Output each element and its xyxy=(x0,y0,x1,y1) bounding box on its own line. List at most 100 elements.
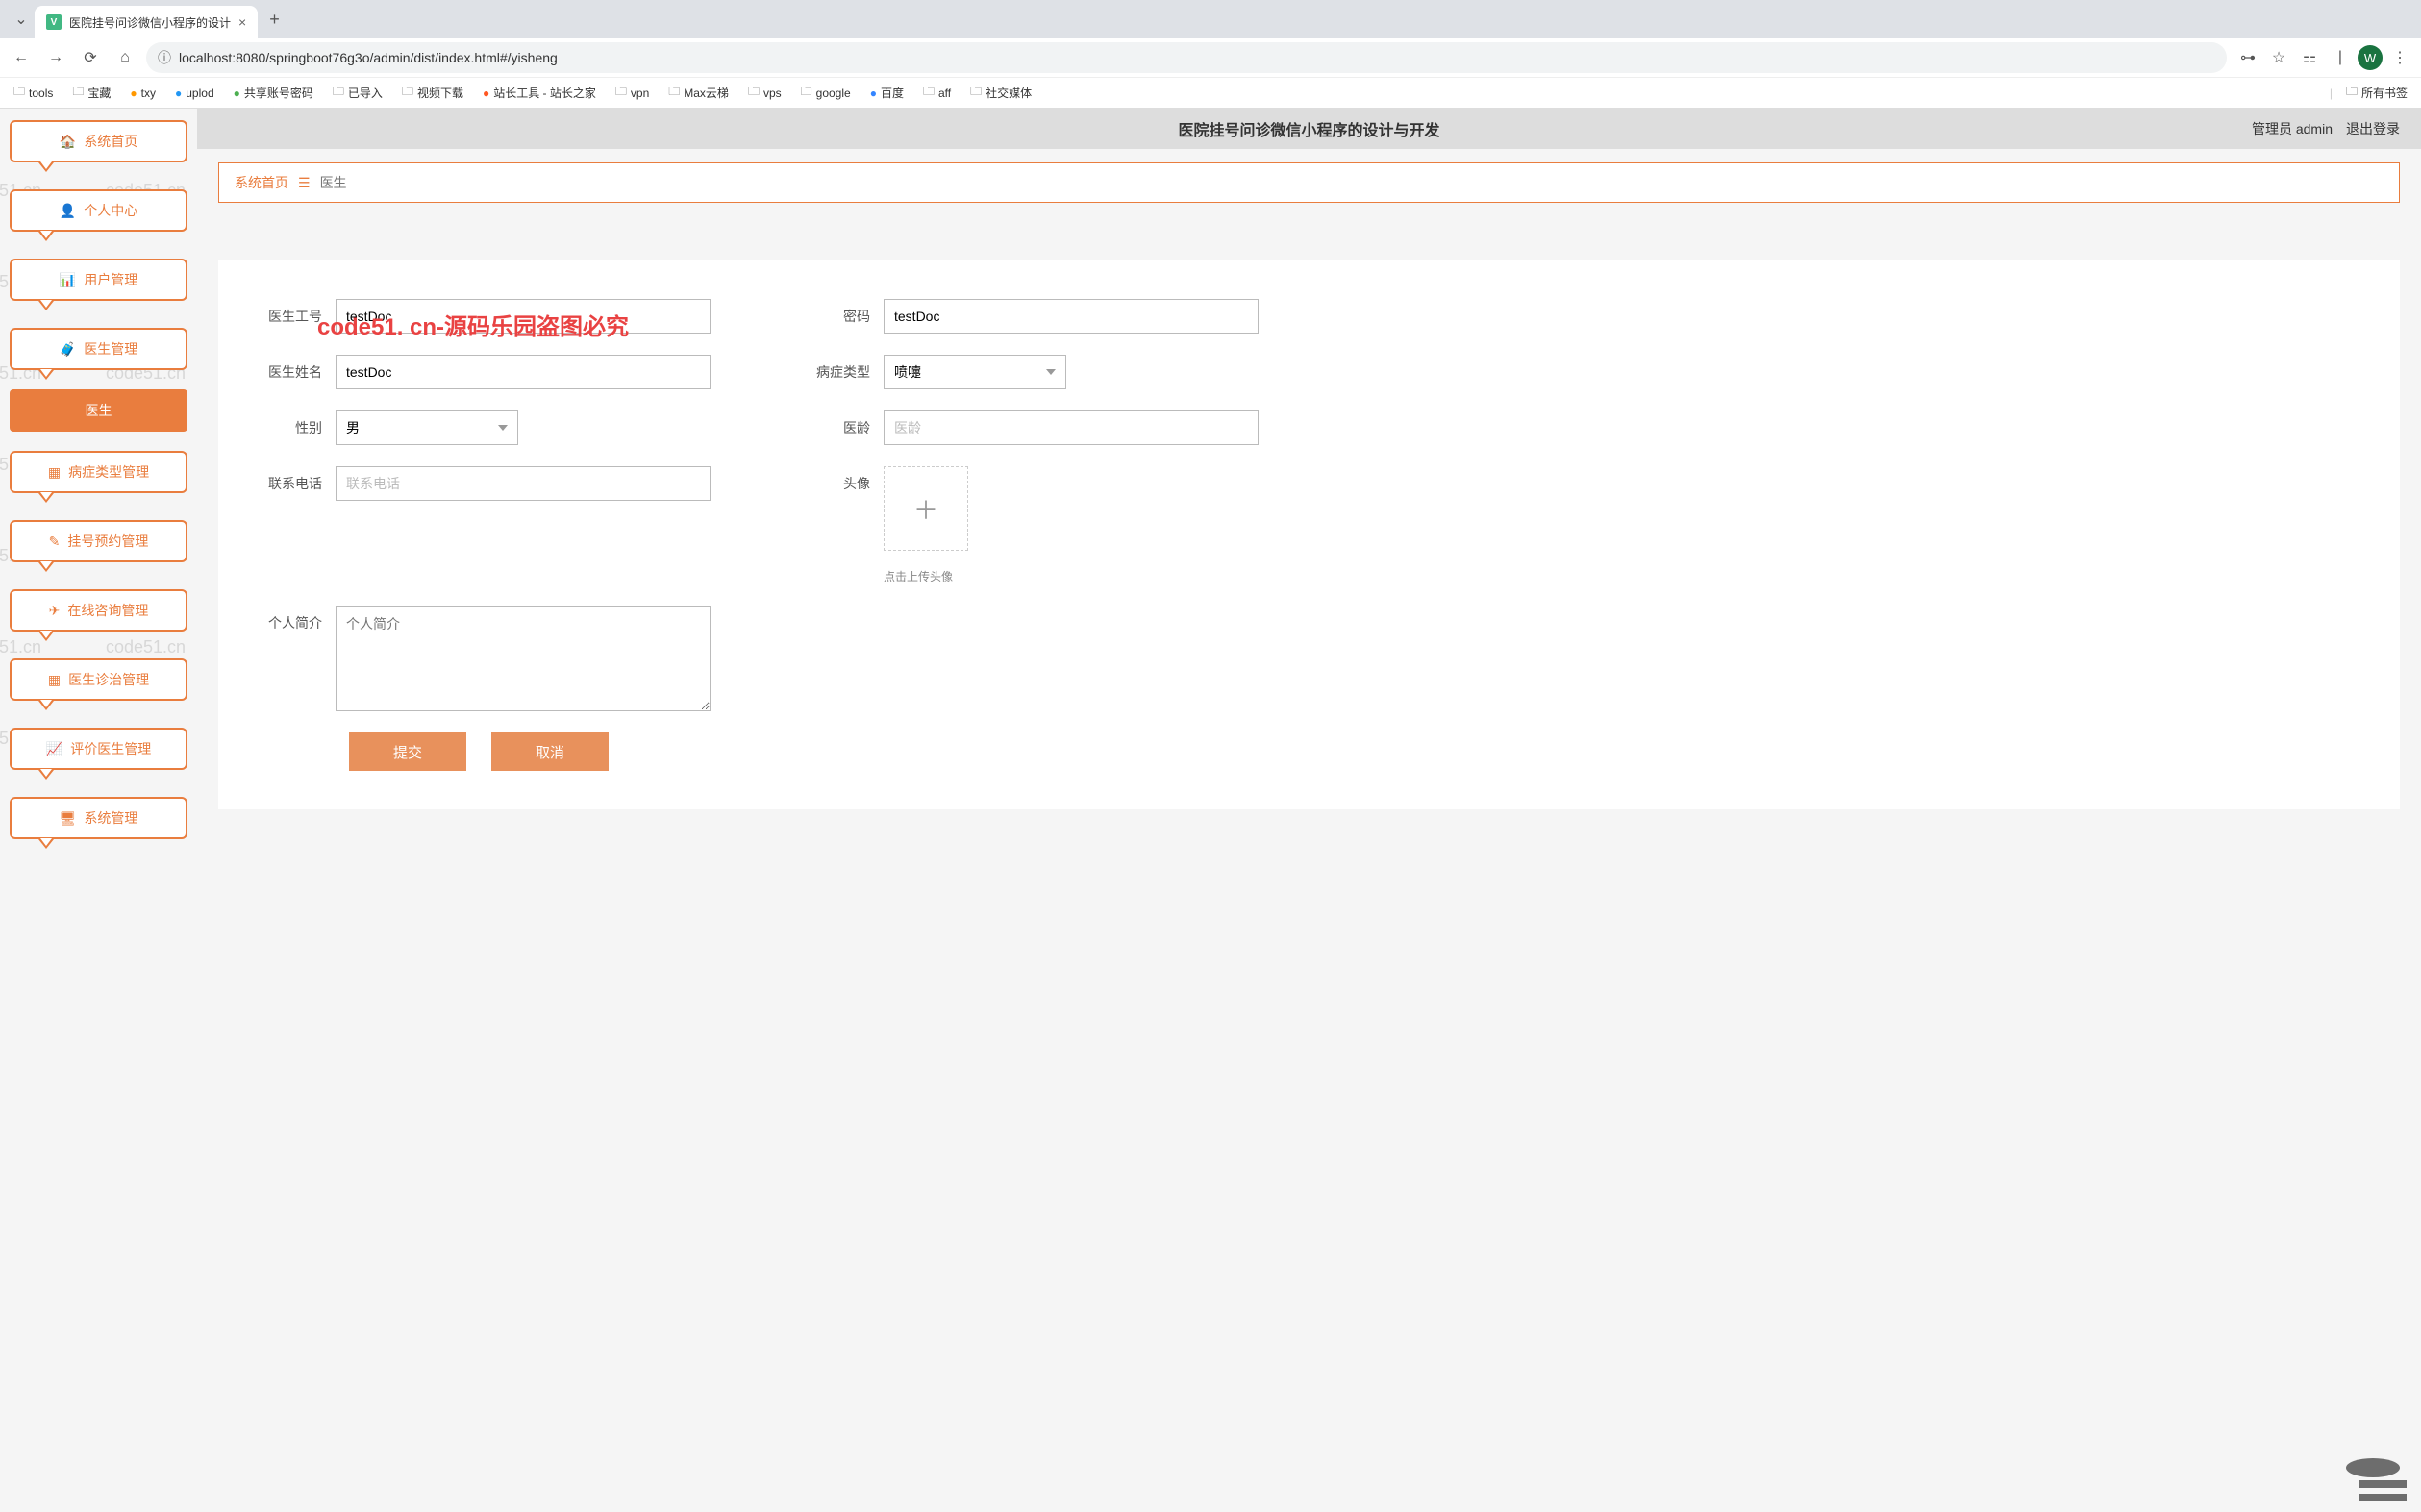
bookmark-item[interactable]: ●站长工具 - 站长之家 xyxy=(477,81,602,105)
upload-hint: 点击上传头像 xyxy=(884,568,968,584)
bookmark-item[interactable]: 🗀宝藏 xyxy=(66,79,116,107)
bookmark-label: 宝藏 xyxy=(87,85,111,101)
decoration-icon xyxy=(2306,1453,2421,1511)
sidebar-item[interactable]: ▦病症类型管理 xyxy=(10,451,187,493)
top-header: 医院挂号问诊微信小程序的设计与开发 管理员 admin 退出登录 xyxy=(197,109,2421,149)
menu-label: 系统管理 xyxy=(84,808,137,828)
folder-icon: 🗀 xyxy=(13,83,25,103)
bookmark-item[interactable]: ●uplod xyxy=(169,83,220,104)
disease-type-select[interactable]: 喷嚏 xyxy=(884,355,1066,389)
browser-chrome: ⌄ V 医院挂号问诊微信小程序的设计 × + ← → ⟳ ⌂ ⓘ localho… xyxy=(0,0,2421,109)
tab-dropdown-icon[interactable]: ⌄ xyxy=(8,10,35,29)
cancel-button[interactable]: 取消 xyxy=(491,732,609,771)
nav-bar: ← → ⟳ ⌂ ⓘ localhost:8080/springboot76g3o… xyxy=(0,38,2421,77)
breadcrumb-sep-icon: ☰ xyxy=(298,175,311,191)
profile-textarea[interactable] xyxy=(336,606,711,711)
bookmark-item[interactable]: ●共享账号密码 xyxy=(228,81,319,105)
tab-title: 医院挂号问诊微信小程序的设计 xyxy=(69,14,231,31)
sidebar-item[interactable]: 🖥系统管理 xyxy=(10,797,187,839)
sidebar-item[interactable]: ✎ 挂号预约管理 xyxy=(10,520,187,562)
sidebar-item-active[interactable]: 医生 xyxy=(10,389,187,432)
bookmark-item[interactable]: 🗀视频下载 xyxy=(396,79,469,107)
menu-label: 挂号预约管理 xyxy=(67,532,148,551)
link-icon: ● xyxy=(870,87,877,100)
sidebar-item[interactable]: ✈在线咨询管理 xyxy=(10,589,187,632)
menu-label: 系统首页 xyxy=(84,132,137,151)
bookmark-label: vps xyxy=(763,87,782,100)
all-bookmarks[interactable]: 🗀所有书签 xyxy=(2340,79,2413,107)
sidebar-item[interactable]: ▦医生诊治管理 xyxy=(10,658,187,701)
bookmark-label: 视频下载 xyxy=(417,85,463,101)
logout-link[interactable]: 退出登录 xyxy=(2346,119,2400,138)
menu-icon: ✈ xyxy=(49,603,61,619)
bookmark-label: vpn xyxy=(631,87,649,100)
folder-icon: 🗀 xyxy=(923,83,935,103)
bookmark-item[interactable]: 🗀vps xyxy=(742,79,787,107)
forward-button[interactable]: → xyxy=(42,44,69,71)
folder-icon: 🗀 xyxy=(748,83,760,103)
sidebar-item[interactable]: 📊用户管理 xyxy=(10,259,187,301)
bookmark-item[interactable]: 🗀google xyxy=(795,79,857,107)
folder-icon: 🗀 xyxy=(402,83,413,103)
bookmark-item[interactable]: 🗀vpn xyxy=(610,79,655,107)
med-age-input[interactable] xyxy=(884,410,1259,445)
close-icon[interactable]: × xyxy=(238,14,246,30)
phone-input[interactable] xyxy=(336,466,711,501)
folder-icon: 🗀 xyxy=(72,83,84,103)
user-role: 管理员 admin xyxy=(2252,119,2333,138)
gender-select[interactable]: 男 xyxy=(336,410,518,445)
extensions-icon[interactable]: ⚏ xyxy=(2296,44,2323,71)
menu-label: 病症类型管理 xyxy=(68,462,149,482)
bookmark-item[interactable]: ●txy xyxy=(124,83,162,104)
bookmark-label: tools xyxy=(29,87,53,100)
doctor-name-input[interactable] xyxy=(336,355,711,389)
new-tab-button[interactable]: + xyxy=(258,10,291,30)
doctor-id-input[interactable] xyxy=(336,299,711,334)
sidebar-item[interactable]: 📈评价医生管理 xyxy=(10,728,187,770)
submit-button[interactable]: 提交 xyxy=(349,732,466,771)
app-container: code51.cncode51.cncode51.cncode51.cncode… xyxy=(0,109,2421,1512)
profile-avatar[interactable]: W xyxy=(2358,45,2383,70)
password-icon[interactable]: ⊶ xyxy=(2234,44,2261,71)
sidebar-item[interactable]: 🧳医生管理 xyxy=(10,328,187,370)
avatar-upload[interactable]: ＋ xyxy=(884,466,968,551)
url-bar[interactable]: ⓘ localhost:8080/springboot76g3o/admin/d… xyxy=(146,42,2227,73)
bookmark-item[interactable]: 🗀社交媒体 xyxy=(964,79,1037,107)
password-input[interactable] xyxy=(884,299,1259,334)
bookmark-item[interactable]: 🗀aff xyxy=(917,79,957,107)
breadcrumb-home[interactable]: 系统首页 xyxy=(235,173,288,192)
menu-label: 个人中心 xyxy=(84,201,137,220)
doctor-id-label: 医生工号 xyxy=(247,299,336,326)
bookmark-star-icon[interactable]: ☆ xyxy=(2265,44,2292,71)
url-text: localhost:8080/springboot76g3o/admin/dis… xyxy=(179,50,2215,65)
folder-icon: 🗀 xyxy=(333,83,344,103)
home-button[interactable]: ⌂ xyxy=(112,44,138,71)
menu-icon[interactable]: ⋮ xyxy=(2386,44,2413,71)
bookmark-item[interactable]: 🗀已导入 xyxy=(327,79,388,107)
bookmark-label: 社交媒体 xyxy=(986,85,1032,101)
back-button[interactable]: ← xyxy=(8,44,35,71)
bookmark-item[interactable]: 🗀 tools xyxy=(8,79,59,107)
gender-label: 性别 xyxy=(247,410,336,437)
browser-tab[interactable]: V 医院挂号问诊微信小程序的设计 × xyxy=(35,6,258,38)
bookmark-item[interactable]: ●百度 xyxy=(864,81,910,105)
breadcrumb-current: 医生 xyxy=(320,173,347,192)
folder-icon: 🗀 xyxy=(668,83,680,103)
bookmark-label: 所有书签 xyxy=(2361,85,2408,101)
disease-type-label: 病症类型 xyxy=(768,355,884,382)
link-icon: ● xyxy=(483,87,489,100)
folder-icon: 🗀 xyxy=(2346,83,2358,103)
vue-favicon: V xyxy=(46,14,62,30)
menu-icon: ✎ xyxy=(49,533,61,550)
app-title: 医院挂号问诊微信小程序的设计与开发 xyxy=(1178,117,1439,140)
reload-button[interactable]: ⟳ xyxy=(77,44,104,71)
bookmark-label: uplod xyxy=(186,87,213,100)
bookmark-label: 已导入 xyxy=(348,85,383,101)
folder-icon: 🗀 xyxy=(970,83,982,103)
menu-icon: 📈 xyxy=(46,741,62,757)
sidebar-item[interactable]: 🏠系统首页 xyxy=(10,120,187,162)
menu-icon: 📊 xyxy=(60,272,76,288)
sidebar-item[interactable]: 👤个人中心 xyxy=(10,189,187,232)
bookmark-item[interactable]: 🗀Max云梯 xyxy=(662,79,735,107)
bookmark-label: aff xyxy=(938,87,951,100)
